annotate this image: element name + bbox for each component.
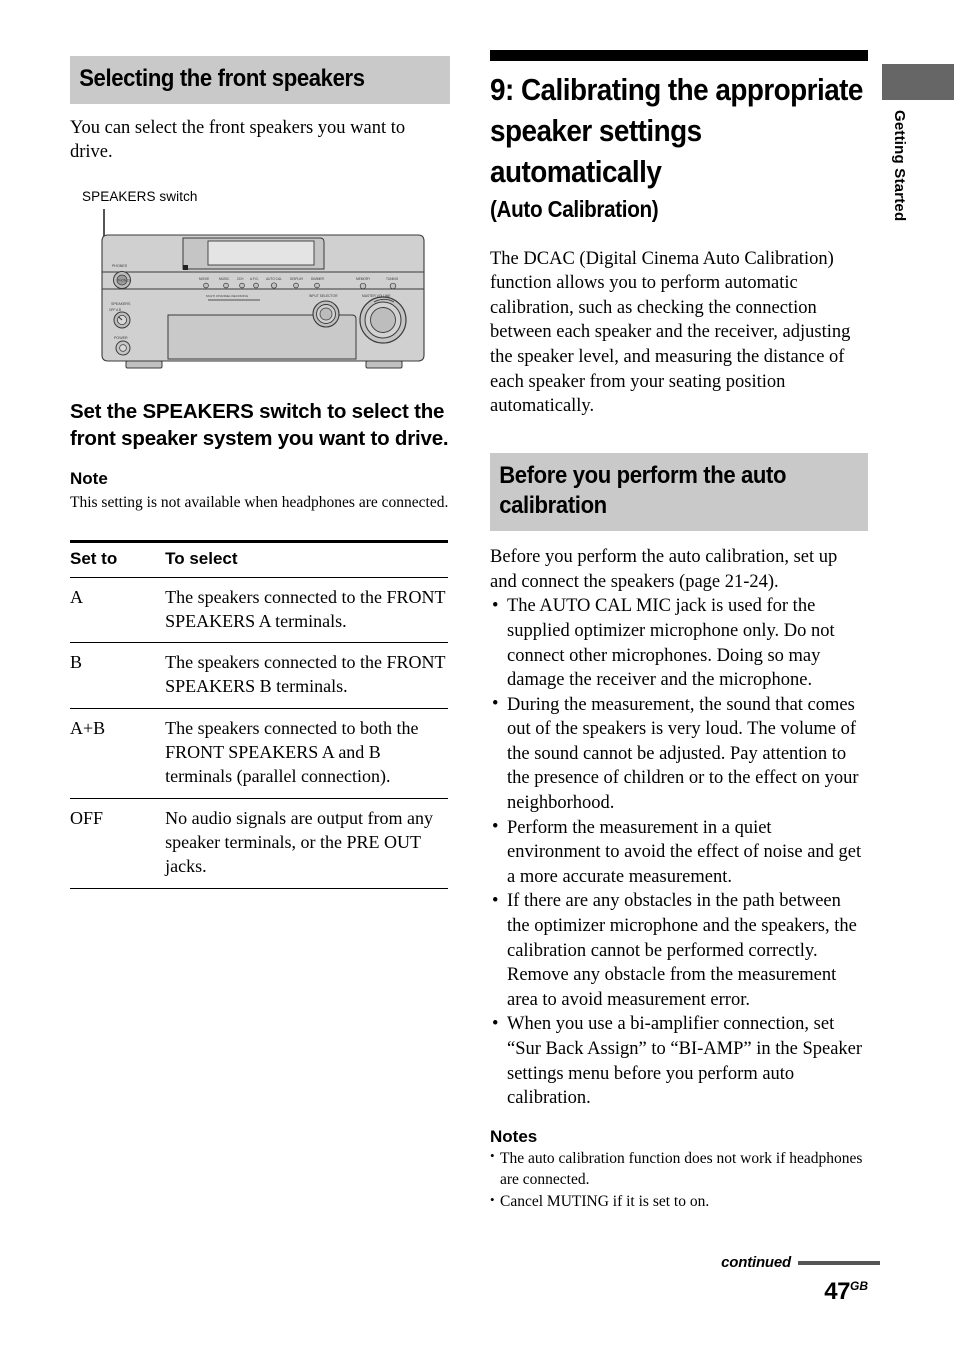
left-column: Selecting the front speakers You can sel… [70,56,450,889]
svg-text:MUSIC: MUSIC [219,277,230,281]
svg-text:PHONES: PHONES [112,264,128,268]
svg-text:MEMORY: MEMORY [356,277,371,281]
continued-marker: continued [721,1254,880,1271]
list-item: • Cancel MUTING if it is set to on. [490,1191,868,1213]
right-section-heading-wrap: Before you perform the auto calibration [490,452,868,532]
table-row: A+B The speakers connected to both the F… [70,708,448,800]
cell-set-to: OFF [70,798,166,889]
cell-to-select: The speakers connected to the FRONT SPEA… [165,642,448,710]
continued-label: continued [721,1254,791,1271]
cell-to-select: The speakers connected to the FRONT SPEA… [165,577,448,644]
bullet-glyph: • [492,1013,499,1034]
left-intro-paragraph: You can select the front speakers you wa… [70,117,406,163]
page-number-value: 47 [824,1278,850,1305]
svg-text:AUTO CAL: AUTO CAL [266,277,282,281]
list-item-text: Perform the measurement in a quiet envir… [507,817,862,887]
table-header-row: Set to To select [70,539,448,578]
list-item: • During the measurement, the sound that… [490,693,868,816]
bullet-glyph: • [492,694,499,715]
precaution-bullet-list: • The AUTO CAL MIC jack is used for the … [490,594,868,1110]
svg-text:PHONES: PHONES [117,279,130,283]
figure-caption-speakers-switch: SPEAKERS switch [82,188,198,204]
bullet-glyph: • [492,890,499,911]
bullet-glyph: • [492,595,499,616]
list-item-text: If there are any obstacles in the path b… [507,891,857,1010]
section-tab-label: Getting Started [891,110,908,222]
list-item: • Perform the measurement in a quiet env… [490,816,868,890]
table-row: OFF No audio signals are output from any… [70,798,448,889]
left-section-heading-wrap: Selecting the front speakers [70,56,450,104]
svg-text:TUNING: TUNING [386,277,399,281]
column-header-set-to: Set to [70,539,166,578]
notes-list: • The auto calibration function does not… [490,1148,868,1213]
page-footer: continued 47GB [490,1254,880,1324]
svg-text:DISPLAY: DISPLAY [290,277,304,281]
cell-set-to: A [70,577,166,644]
right-section-heading: Before you perform the auto calibration [490,452,868,532]
cell-to-select: The speakers connected to both the FRONT… [165,708,448,800]
bullet-glyph: • [490,1191,495,1207]
list-item: • If there are any obstacles in the path… [490,889,868,1012]
cell-to-select: No audio signals are output from any spe… [165,798,448,889]
note-text: This setting is not available when headp… [70,494,449,512]
note-heading: Note [70,469,108,489]
chapter-intro-paragraph: The DCAC (Digital Cinema Auto Calibratio… [490,248,851,417]
receiver-front-panel-illustration: PHONES PHONES SPEAKERS OFF A B POWER MOV… [101,234,425,369]
svg-text:2CH: 2CH [237,277,244,281]
svg-text:OFF A B: OFF A B [109,308,121,312]
list-item-text: When you use a bi-amplifier connection, … [507,1014,863,1109]
svg-text:A.F.D.: A.F.D. [250,277,259,281]
svg-text:SPEAKERS: SPEAKERS [111,302,131,306]
table-row: B The speakers connected to the FRONT SP… [70,642,448,710]
step-instruction: Set the SPEAKERS switch to select the fr… [70,399,449,450]
list-item-text: Cancel MUTING if it is set to on. [500,1193,710,1211]
document-page: Getting Started Selecting the front spea… [0,0,954,1352]
continued-rule [798,1260,880,1265]
chapter-rule [490,50,868,61]
cell-set-to: A+B [70,708,166,800]
section-tab-block [882,64,954,100]
list-item: • The auto calibration function does not… [490,1148,868,1191]
svg-text:INPUT SELECTOR: INPUT SELECTOR [309,294,338,298]
svg-text:MULTI CHANNEL DECODING: MULTI CHANNEL DECODING [206,294,249,298]
list-item: • The AUTO CAL MIC jack is used for the … [490,594,868,692]
svg-text:POWER: POWER [114,336,128,340]
bullet-glyph: • [490,1148,495,1164]
speakers-switch-table: Set to To select A The speakers connecte… [70,539,448,889]
notes-heading: Notes [490,1126,538,1146]
list-item-text: The auto calibration function does not w… [500,1149,863,1189]
cell-set-to: B [70,642,166,710]
bullet-glyph: • [492,817,499,838]
section-intro-paragraph: Before you perform the auto calibration,… [490,547,838,592]
right-column: 9: Calibrating the appropriate speaker s… [490,50,868,1213]
list-item-text: The AUTO CAL MIC jack is used for the su… [507,596,835,691]
left-section-heading: Selecting the front speakers [70,56,450,104]
column-header-to-select: To select [165,539,448,578]
chapter-subtitle: (Auto Calibration) [490,195,659,222]
receiver-figure: SPEAKERS switch PHONES PHONES SPEAKERS O… [70,189,450,379]
page-number-suffix: GB [850,1279,868,1293]
table-row: A The speakers connected to the FRONT SP… [70,577,448,644]
list-item-text: During the measurement, the sound that c… [507,694,859,814]
page-number: 47GB [824,1278,868,1306]
svg-text:MOVIE: MOVIE [199,277,209,281]
chapter-title: 9: Calibrating the appropriate speaker s… [490,72,863,190]
list-item: • When you use a bi-amplifier connection… [490,1012,868,1110]
svg-text:DIMMER: DIMMER [311,277,325,281]
